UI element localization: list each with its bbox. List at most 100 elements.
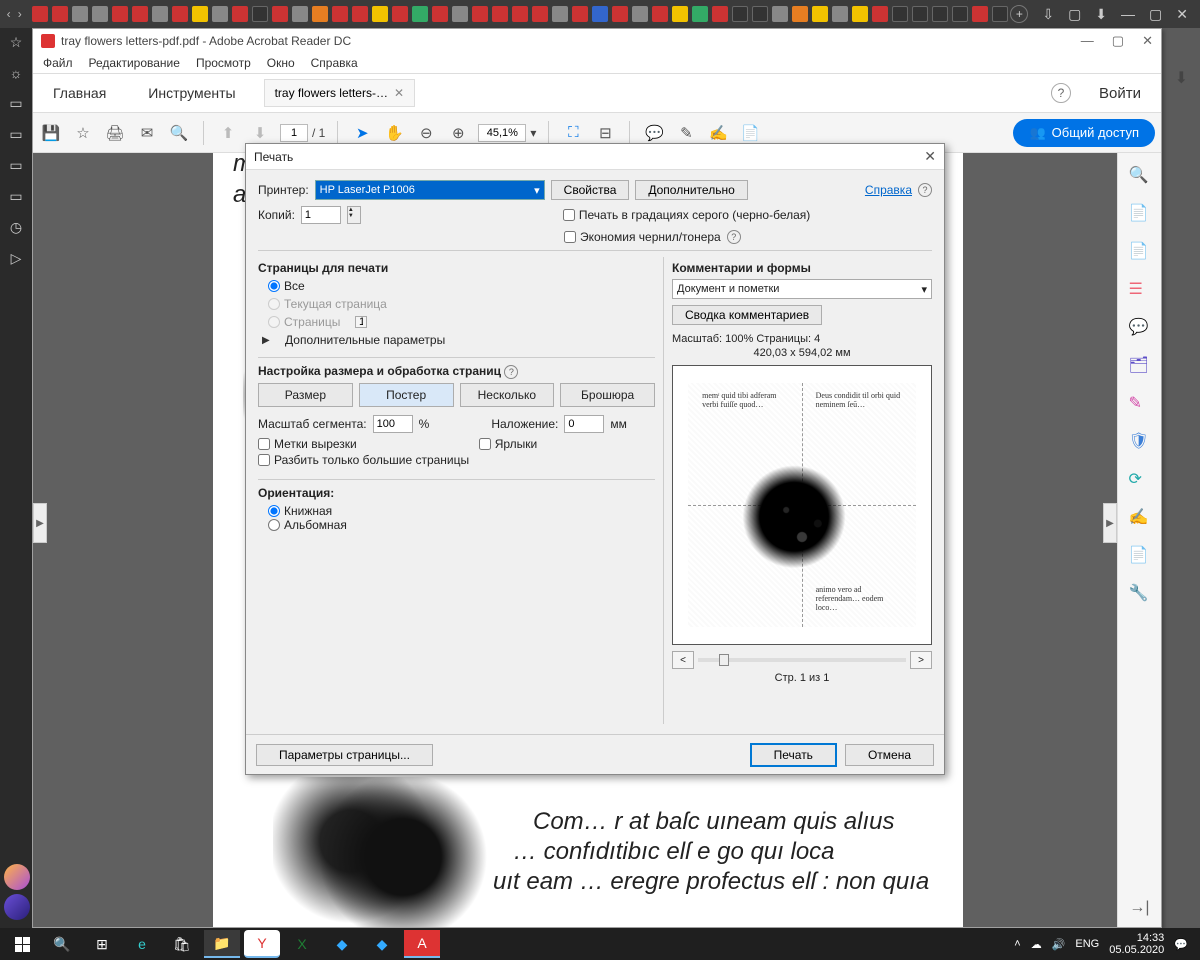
preview-slider[interactable] bbox=[698, 658, 906, 662]
bookmark-icon[interactable] bbox=[652, 6, 668, 22]
tabs-icon[interactable]: ▢ bbox=[1068, 6, 1081, 23]
bookmark-icon[interactable] bbox=[792, 6, 808, 22]
bookmark-icon[interactable] bbox=[172, 6, 188, 22]
task-view-icon[interactable]: ⊞ bbox=[84, 930, 120, 958]
page-setup-button[interactable]: Параметры страницы... bbox=[256, 744, 433, 766]
bookmark-icon[interactable] bbox=[512, 6, 528, 22]
sign-icon[interactable]: ✍ bbox=[706, 121, 730, 145]
bookmark-icon[interactable] bbox=[692, 6, 708, 22]
help-link[interactable]: Справка bbox=[865, 183, 912, 197]
booklet-button[interactable]: Брошюра bbox=[560, 383, 655, 407]
bookmark-icon[interactable] bbox=[752, 6, 768, 22]
compress-icon[interactable]: ⟳ bbox=[1129, 469, 1151, 491]
overlap-input[interactable] bbox=[564, 415, 604, 433]
print-button[interactable]: Печать bbox=[750, 743, 837, 767]
bookmark-icon[interactable] bbox=[292, 6, 308, 22]
browser-close-icon[interactable]: ✕ bbox=[1176, 6, 1188, 23]
labels-checkbox[interactable] bbox=[479, 438, 491, 450]
maximize-icon[interactable]: ▢ bbox=[1112, 33, 1124, 49]
page-down-icon[interactable]: ⬇ bbox=[248, 121, 272, 145]
zoom-input[interactable] bbox=[478, 124, 526, 142]
clock[interactable]: 14:33 05.05.2020 bbox=[1109, 932, 1164, 956]
bookmark-icon[interactable] bbox=[212, 6, 228, 22]
play-icon[interactable]: ▷ bbox=[11, 250, 22, 267]
bookmark-icon[interactable] bbox=[72, 6, 88, 22]
explorer-icon[interactable]: 📁 bbox=[204, 930, 240, 958]
search-tool-icon[interactable]: 🔍 bbox=[1129, 165, 1151, 187]
save-icon[interactable]: 💾 bbox=[39, 121, 63, 145]
image-icon[interactable]: ▭ bbox=[9, 157, 22, 174]
organize-icon[interactable]: ✎ bbox=[1129, 393, 1151, 415]
comment-icon[interactable]: 💬 bbox=[642, 121, 666, 145]
scale-input[interactable] bbox=[373, 415, 413, 433]
cursor-icon[interactable]: ➤ bbox=[350, 121, 374, 145]
tab-tools[interactable]: Инструменты bbox=[134, 77, 249, 109]
slider-thumb[interactable] bbox=[719, 654, 729, 666]
edge-icon[interactable]: e bbox=[124, 930, 160, 958]
browser-maximize-icon[interactable]: ▢ bbox=[1149, 6, 1162, 23]
additional-params[interactable]: Дополнительные параметры bbox=[285, 333, 445, 347]
bookmark-icon[interactable] bbox=[92, 6, 108, 22]
signin-button[interactable]: Войти bbox=[1085, 85, 1155, 102]
zoom-dropdown-icon[interactable]: ▾ bbox=[530, 126, 536, 140]
photoshop-icon[interactable]: ◆ bbox=[324, 930, 360, 958]
bookmark-icon[interactable] bbox=[412, 6, 428, 22]
bookmark-icon[interactable] bbox=[192, 6, 208, 22]
summarize-comments-button[interactable]: Сводка комментариев bbox=[672, 305, 822, 325]
bookmark-icon[interactable] bbox=[832, 6, 848, 22]
menu-view[interactable]: Просмотр bbox=[196, 56, 251, 70]
comments-combo[interactable]: Документ и пометки ▾ bbox=[672, 279, 932, 299]
bookmark-icon[interactable] bbox=[912, 6, 928, 22]
menu-edit[interactable]: Редактирование bbox=[89, 56, 180, 70]
bookmark-icon[interactable] bbox=[52, 6, 68, 22]
collapse-right-icon[interactable]: →| bbox=[1129, 899, 1149, 917]
bookmark-icon[interactable] bbox=[932, 6, 948, 22]
sun-icon[interactable]: ☼ bbox=[10, 65, 23, 81]
bookmark-icon[interactable] bbox=[732, 6, 748, 22]
export-pdf-icon[interactable]: 📄 bbox=[1129, 203, 1151, 225]
bookmark-icon[interactable] bbox=[992, 6, 1008, 22]
comment-tool-icon[interactable]: 💬 bbox=[1129, 317, 1151, 339]
yandex-icon[interactable]: Y bbox=[244, 930, 280, 958]
pages-all-radio[interactable] bbox=[268, 280, 280, 292]
bookmark-icon[interactable] bbox=[772, 6, 788, 22]
excel-icon[interactable]: X bbox=[284, 930, 320, 958]
bookmark-icon[interactable] bbox=[532, 6, 548, 22]
search-icon[interactable]: 🔍 bbox=[167, 121, 191, 145]
bookmark-icon[interactable] bbox=[972, 6, 988, 22]
clock-icon[interactable]: ◷ bbox=[10, 219, 22, 236]
bookmark-icon[interactable] bbox=[492, 6, 508, 22]
notifications-icon[interactable]: 💬 bbox=[1174, 938, 1188, 951]
print-icon[interactable]: 🖨 bbox=[103, 121, 127, 145]
fit-page-icon[interactable]: ⊟ bbox=[593, 121, 617, 145]
mail-icon[interactable]: ✉ bbox=[135, 121, 159, 145]
bookmark-icon[interactable] bbox=[452, 6, 468, 22]
pin-icon[interactable]: ⇩ bbox=[1042, 6, 1054, 23]
bookmark-icon[interactable] bbox=[372, 6, 388, 22]
page-number-input[interactable] bbox=[280, 124, 308, 142]
grayscale-checkbox[interactable] bbox=[563, 209, 575, 221]
bookmark-icon[interactable] bbox=[132, 6, 148, 22]
landscape-radio[interactable] bbox=[268, 519, 280, 531]
protect-icon[interactable]: 🛡 bbox=[1129, 431, 1151, 453]
more-tools-icon[interactable]: 🔧 bbox=[1129, 583, 1151, 605]
bookmark-icon[interactable] bbox=[612, 6, 628, 22]
help-icon[interactable]: ? bbox=[504, 365, 518, 379]
tab-document[interactable]: tray flowers letters-… ✕ bbox=[264, 79, 415, 107]
help-icon[interactable]: ? bbox=[727, 230, 741, 244]
bookmark-icon[interactable] bbox=[592, 6, 608, 22]
menu-help[interactable]: Справка bbox=[311, 56, 358, 70]
advanced-button[interactable]: Дополнительно bbox=[635, 180, 747, 200]
download-icon[interactable]: ⬇ bbox=[1095, 6, 1107, 23]
new-tab-button[interactable]: + bbox=[1010, 5, 1028, 23]
dialog-close-icon[interactable]: ✕ bbox=[924, 148, 936, 165]
expand-icon[interactable]: ▶ bbox=[262, 335, 270, 346]
cut-marks-checkbox[interactable] bbox=[258, 438, 270, 450]
bookmark-icon[interactable] bbox=[352, 6, 368, 22]
bookmark-icon[interactable] bbox=[712, 6, 728, 22]
fill-sign-icon[interactable]: ✍ bbox=[1129, 507, 1151, 529]
right-panel-toggle[interactable]: ▶ bbox=[1103, 503, 1117, 543]
lightroom-icon[interactable]: ◆ bbox=[364, 930, 400, 958]
bookmark-icon[interactable] bbox=[472, 6, 488, 22]
create-pdf-icon[interactable]: 📄 bbox=[1129, 241, 1151, 263]
